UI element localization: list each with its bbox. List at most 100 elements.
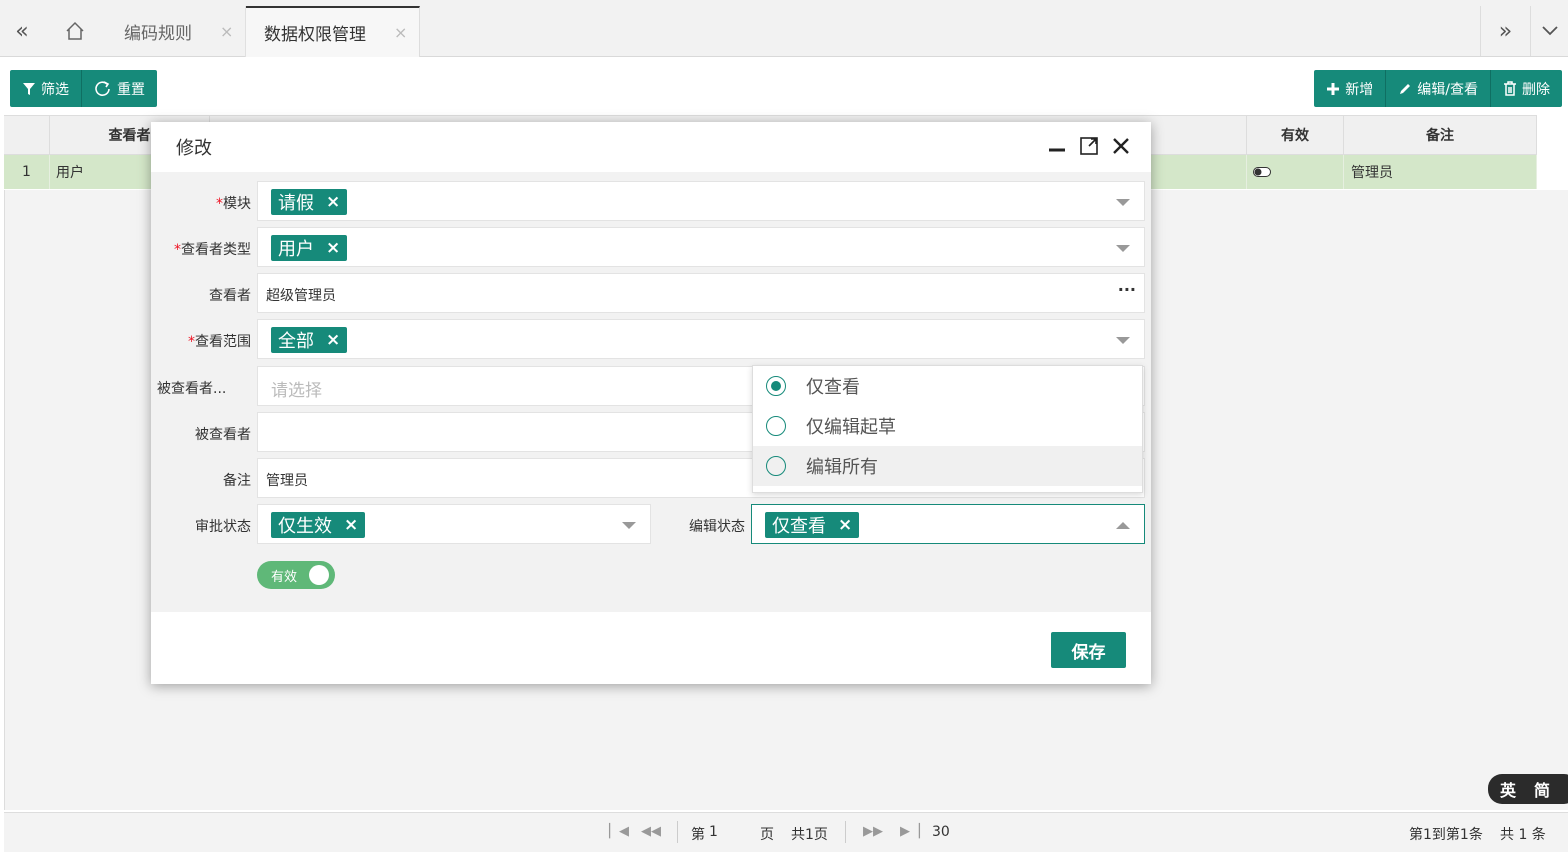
dropdown-arrow-icon[interactable] — [1116, 337, 1130, 344]
radio-icon — [766, 456, 786, 476]
module-select[interactable]: 请假 × — [257, 181, 1145, 221]
page-suffix: 页 — [760, 827, 774, 843]
pagination: ▏◀ ◀◀ 第 1 页 共1页 ▶▶ ▶▕ 30 第1到第1条 共 1 条 — [4, 812, 1568, 852]
radio-checked-icon — [766, 376, 786, 396]
tag-remove-icon[interactable]: × — [838, 515, 852, 535]
tab-label: 编码规则 — [124, 24, 192, 44]
plus-icon — [1327, 82, 1340, 95]
maximize-icon[interactable] — [1079, 136, 1099, 156]
dialog-header: 修改 — [151, 122, 1151, 172]
tab-encoding-rules[interactable]: 编码规则 × — [104, 6, 246, 57]
viewer-type-row: *查看者类型 用户 × — [151, 227, 1151, 267]
viewer-type-select[interactable]: 用户 × — [257, 227, 1145, 267]
row-index: 1 — [4, 155, 50, 189]
viewer-value: 超级管理员 — [266, 288, 336, 304]
scope-tag: 全部 × — [271, 327, 348, 353]
dropdown-arrow-up-icon[interactable] — [1116, 522, 1130, 529]
next-page-icon[interactable]: ▶▶ — [863, 824, 883, 839]
dropdown-arrow-icon[interactable] — [1116, 245, 1130, 252]
page-prefix: 第 — [691, 827, 705, 843]
remark-value: 管理员 — [266, 473, 308, 489]
viewer-type-tag: 用户 × — [271, 235, 348, 261]
ime-lang: 英 — [1500, 781, 1517, 800]
viewer-type-label: *查看者类型 — [174, 242, 251, 258]
viewer-field[interactable]: 超级管理员 ··· — [257, 273, 1145, 313]
required-mark: * — [174, 242, 181, 258]
option-edit-all[interactable]: 编辑所有 — [753, 446, 1142, 486]
close-icon[interactable] — [1111, 136, 1131, 156]
add-button[interactable]: 新增 — [1314, 70, 1387, 107]
filter-icon — [23, 82, 35, 95]
record-range: 第1到第1条 — [1409, 827, 1483, 843]
dropdown-arrow-icon[interactable] — [622, 522, 636, 529]
toggle-label: 有效 — [271, 569, 298, 585]
scroll-left-icon[interactable]: « — [0, 6, 44, 56]
page-size[interactable]: 30 — [932, 824, 950, 840]
delete-label: 删除 — [1522, 81, 1550, 98]
prev-page-icon[interactable]: ◀◀ — [641, 824, 661, 839]
add-label: 新增 — [1345, 81, 1374, 98]
tab-label: 数据权限管理 — [264, 25, 366, 45]
tag-remove-icon[interactable]: × — [344, 515, 358, 535]
viewed-type-label: 被查看者... — [157, 381, 227, 397]
option-edit-draft[interactable]: 仅编辑起草 — [753, 406, 1142, 446]
ime-indicator[interactable]: 英 简 — [1488, 774, 1568, 804]
tag-remove-icon[interactable]: × — [326, 192, 340, 212]
home-icon[interactable] — [52, 6, 98, 56]
approval-tag: 仅生效 × — [271, 512, 366, 538]
more-icon[interactable]: ··· — [1118, 280, 1136, 299]
page-number-input[interactable]: 1 — [709, 824, 718, 840]
row-valid — [1247, 155, 1344, 189]
reset-button[interactable]: 重置 — [82, 70, 157, 107]
minimize-icon[interactable] — [1047, 136, 1067, 156]
dropdown-arrow-icon[interactable] — [1116, 199, 1130, 206]
tab-data-permission[interactable]: 数据权限管理 × — [246, 6, 420, 57]
edit-state-dropdown: 仅查看 仅编辑起草 编辑所有 — [752, 365, 1143, 493]
edit-label: 编辑/查看 — [1417, 81, 1478, 98]
reset-label: 重置 — [117, 81, 145, 98]
valid-toggle[interactable]: 有效 — [257, 561, 335, 589]
viewer-label: 查看者 — [209, 288, 251, 304]
edit-state-select[interactable]: 仅查看 × — [751, 504, 1145, 544]
dialog-title: 修改 — [176, 138, 212, 159]
tab-bar: « 编码规则 × 数据权限管理 × » — [0, 0, 1568, 57]
record-total: 共 1 条 — [1500, 827, 1546, 843]
ime-mode: 简 — [1534, 781, 1551, 800]
module-tag: 请假 × — [271, 189, 348, 215]
module-row: *模块 请假 × — [151, 181, 1151, 221]
first-page-icon[interactable]: ▏◀ — [609, 824, 629, 839]
toggle-icon — [1253, 167, 1271, 177]
delete-button[interactable]: 删除 — [1491, 70, 1562, 107]
option-view-only[interactable]: 仅查看 — [753, 366, 1142, 406]
dialog-footer: 保存 — [151, 612, 1151, 684]
edit-button[interactable]: 编辑/查看 — [1386, 70, 1491, 107]
last-page-icon[interactable]: ▶▕ — [900, 824, 920, 839]
module-label: *模块 — [216, 196, 251, 212]
close-icon[interactable]: × — [394, 23, 407, 42]
option-label: 编辑所有 — [806, 457, 878, 478]
tag-remove-icon[interactable]: × — [326, 330, 340, 350]
viewer-row: 查看者 超级管理员 ··· — [151, 273, 1151, 313]
scope-select[interactable]: 全部 × — [257, 319, 1145, 359]
scope-row: *查看范围 全部 × — [151, 319, 1151, 359]
filter-label: 筛选 — [41, 81, 69, 98]
close-icon[interactable]: × — [220, 22, 233, 41]
tag-remove-icon[interactable]: × — [326, 238, 340, 258]
remark-label: 备注 — [223, 473, 251, 489]
status-row: 审批状态 仅生效 × 编辑状态 仅查看 × — [151, 504, 1151, 544]
viewed-type-placeholder: 请选择 — [271, 381, 322, 401]
option-label: 仅编辑起草 — [806, 417, 896, 438]
dialog-controls — [1047, 136, 1131, 156]
header-valid: 有效 — [1247, 116, 1344, 154]
chevron-down-icon[interactable] — [1530, 6, 1568, 56]
option-label: 仅查看 — [806, 377, 860, 398]
filter-button[interactable]: 筛选 — [10, 70, 82, 107]
refresh-icon — [95, 80, 110, 96]
scroll-right-icon[interactable]: » — [1480, 6, 1530, 56]
toggle-knob — [309, 565, 329, 585]
row-remark: 管理员 — [1344, 155, 1537, 189]
total-pages: 共1页 — [791, 827, 828, 843]
header-index — [4, 116, 50, 154]
approval-select[interactable]: 仅生效 × — [257, 504, 651, 544]
save-button[interactable]: 保存 — [1051, 632, 1126, 668]
